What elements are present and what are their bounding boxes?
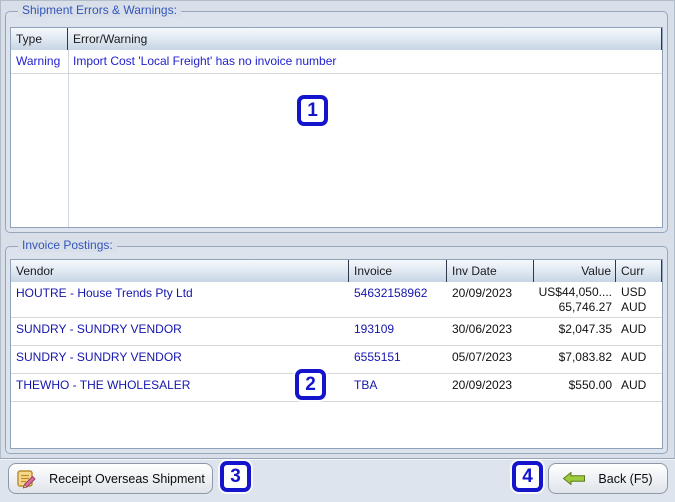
errors-column-header-message[interactable]: Error/Warning (68, 28, 662, 50)
posting-value: $2,047.35 (558, 322, 612, 336)
postings-column-header-vendor[interactable]: Vendor (11, 260, 349, 282)
shipment-errors-warnings-panel: Shipment Errors & Warnings: Type Error/W… (5, 3, 668, 233)
postings-column-header-invoice[interactable]: Invoice (349, 260, 447, 282)
error-row-type: Warning (16, 54, 61, 68)
back-arrow-icon (563, 472, 586, 485)
errors-column-header-type[interactable]: Type (11, 28, 68, 50)
errors-grid: Type Error/Warning Warning Import Cost '… (10, 27, 663, 228)
posting-curr: AUD (621, 350, 647, 364)
posting-inv-date: 30/06/2023 (452, 322, 513, 336)
postings-grid: Vendor Invoice Inv Date Value Curr HOUTR… (10, 259, 663, 449)
shipment-errors-warnings-title: Shipment Errors & Warnings: (18, 3, 181, 17)
posting-inv-date: 05/07/2023 (452, 350, 513, 364)
posting-curr: USD AUD (621, 285, 647, 314)
invoice-postings-title: Invoice Postings: (18, 238, 117, 252)
postings-column-header-curr[interactable]: Curr (616, 260, 662, 282)
posting-invoice: 193109 (354, 322, 395, 336)
back-button[interactable]: Back (F5) (548, 463, 668, 494)
posting-curr: AUD (621, 378, 647, 392)
errors-grid-header: Type Error/Warning (11, 28, 662, 51)
invoice-postings-panel: Invoice Postings: Vendor Invoice Inv Dat… (5, 238, 668, 454)
errors-grid-body: Warning Import Cost 'Local Freight' has … (11, 50, 662, 227)
receipt-overseas-shipment-button[interactable]: Receipt Overseas Shipment (8, 463, 213, 494)
posting-invoice: 54632158962 (354, 286, 428, 300)
annotation-marker-4: 4 (512, 461, 543, 492)
back-button-label: Back (F5) (598, 471, 653, 486)
annotation-marker-1: 1 (297, 95, 328, 126)
posting-row[interactable]: SUNDRY - SUNDRY VENDOR 193109 30/06/2023… (11, 318, 662, 346)
posting-value: US$44,050.... 65,746.27 (538, 285, 612, 314)
posting-row[interactable]: SUNDRY - SUNDRY VENDOR 6555151 05/07/202… (11, 346, 662, 374)
posting-curr: AUD (621, 322, 647, 336)
posting-inv-date: 20/09/2023 (452, 378, 513, 392)
receipt-note-pencil-icon (17, 469, 36, 488)
footer-bar: Receipt Overseas Shipment Back (F5) (0, 458, 675, 502)
posting-value: $7,083.82 (558, 350, 612, 364)
error-row[interactable]: Warning Import Cost 'Local Freight' has … (11, 50, 662, 74)
errors-column-divider (68, 50, 69, 227)
posting-row[interactable]: THEWHO - THE WHOLESALER TBA 20/09/2023 $… (11, 374, 662, 402)
postings-grid-body: HOUTRE - House Trends Pty Ltd 5463215896… (11, 282, 662, 448)
posting-vendor: HOUTRE - House Trends Pty Ltd (16, 286, 193, 300)
posting-invoice: TBA (354, 378, 378, 392)
posting-value: $550.00 (568, 378, 612, 392)
postings-grid-header: Vendor Invoice Inv Date Value Curr (11, 260, 662, 283)
receipt-button-label: Receipt Overseas Shipment (49, 471, 205, 486)
posting-invoice: 6555151 (354, 350, 401, 364)
posting-row[interactable]: HOUTRE - House Trends Pty Ltd 5463215896… (11, 282, 662, 318)
posting-inv-date: 20/09/2023 (452, 286, 513, 300)
posting-vendor: SUNDRY - SUNDRY VENDOR (16, 322, 182, 336)
error-row-message: Import Cost 'Local Freight' has no invoi… (73, 54, 337, 68)
annotation-marker-2: 2 (295, 369, 326, 400)
postings-column-header-value[interactable]: Value (534, 260, 616, 282)
annotation-marker-3: 3 (220, 461, 251, 492)
postings-column-header-inv-date[interactable]: Inv Date (447, 260, 534, 282)
